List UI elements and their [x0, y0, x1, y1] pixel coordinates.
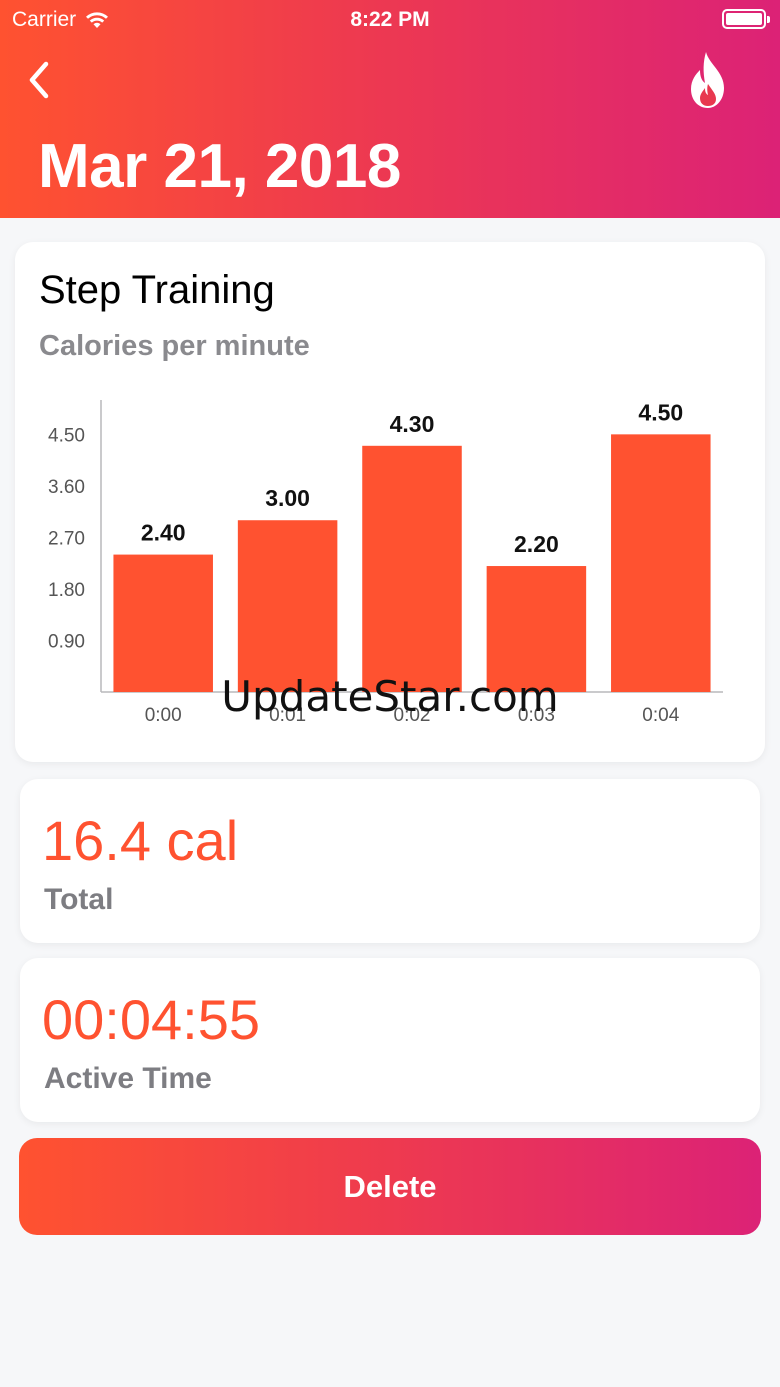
x-tick-label: 0:04 [642, 705, 679, 726]
x-tick-label: 0:00 [145, 705, 182, 726]
active-time-label: Active Time [44, 1062, 212, 1095]
bar-value-label: 2.40 [141, 520, 186, 546]
page-title: Mar 21, 2018 [38, 132, 401, 201]
battery-icon [722, 9, 770, 29]
bar [113, 554, 213, 692]
bar-value-label: 4.50 [638, 399, 683, 425]
flame-icon[interactable] [686, 50, 730, 110]
bar [486, 566, 587, 692]
chart-card: Step Training Calories per minute 0.90 1.… [15, 242, 765, 762]
bar-value-label: 2.20 [514, 531, 559, 557]
x-tick-label: 0:03 [518, 705, 555, 726]
total-label: Total [44, 883, 114, 916]
bar [362, 445, 462, 692]
bar [237, 520, 338, 692]
y-tick-label: 3.60 [48, 477, 85, 498]
total-value: 16.4 cal [42, 809, 239, 872]
calories-bar-chart: 0.90 1.80 2.70 3.60 4.50 2.40 0:00 3.00 0:01 4.30… [48, 399, 723, 726]
status-bar: Carrier 8:22 PM [0, 0, 780, 40]
header: Carrier 8:22 PM Mar 21, 2018 [0, 0, 780, 218]
status-time: 8:22 PM [350, 8, 430, 31]
y-tick-label: 1.80 [48, 580, 85, 601]
total-card: 16.4 cal Total [20, 779, 760, 943]
x-tick-label: 0:02 [394, 705, 431, 726]
active-time-card: 00:04:55 Active Time [20, 958, 760, 1122]
chevron-left-icon[interactable] [22, 58, 56, 102]
active-time-value: 00:04:55 [42, 988, 260, 1051]
bar-value-label: 4.30 [390, 411, 435, 437]
delete-button[interactable]: Delete [19, 1138, 761, 1235]
y-tick-label: 2.70 [48, 528, 85, 549]
y-tick-label: 0.90 [48, 631, 85, 652]
y-tick-label: 4.50 [48, 425, 85, 446]
bar-value-label: 3.00 [265, 485, 310, 511]
x-tick-label: 0:01 [269, 705, 306, 726]
bar [611, 434, 711, 692]
